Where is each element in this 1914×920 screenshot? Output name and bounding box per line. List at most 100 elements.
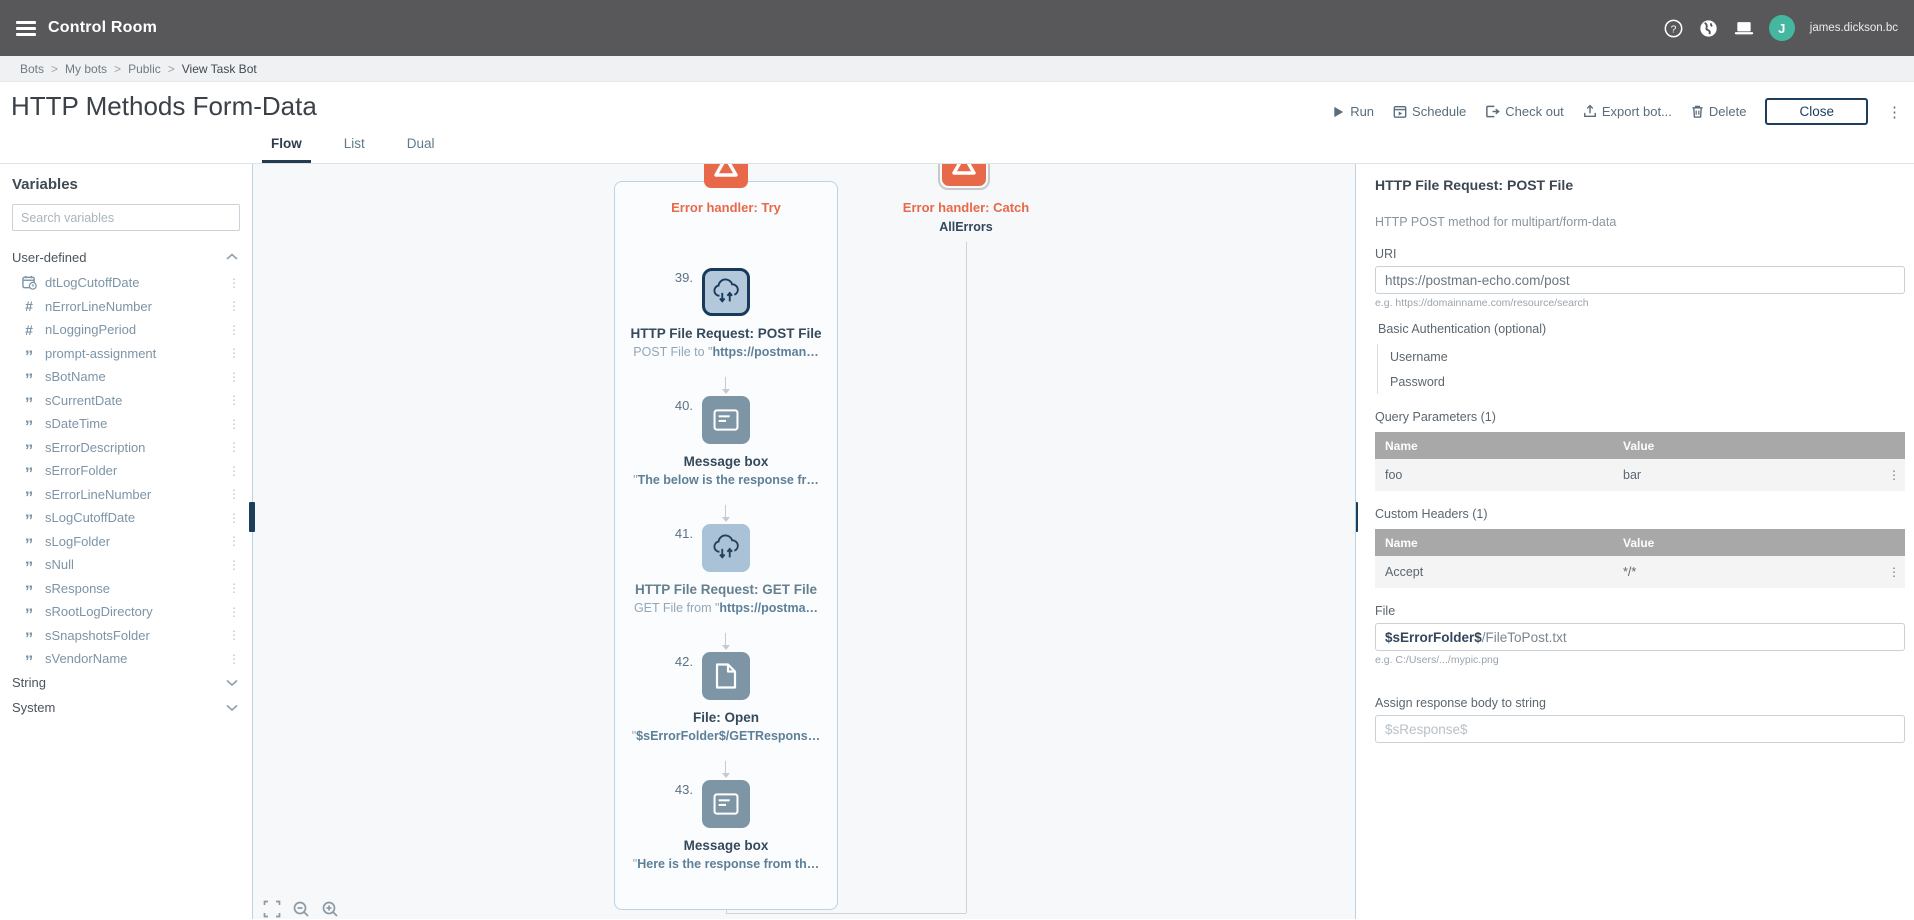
kebab-menu-icon[interactable]: ⋮ (1883, 565, 1905, 579)
kebab-menu-icon[interactable]: ⋮ (228, 628, 240, 642)
kebab-menu-icon[interactable]: ⋮ (228, 299, 240, 313)
section-user-defined[interactable]: User-defined (12, 245, 252, 269)
flow-step-40[interactable]: 40. Message box "The below is the respon… (614, 396, 838, 487)
file-input[interactable]: $sErrorFolder$/FileToPost.txt (1375, 623, 1905, 651)
tab-list[interactable]: List (335, 130, 374, 163)
kebab-menu-icon[interactable]: ⋮ (228, 417, 240, 431)
http-file-request-icon[interactable] (702, 268, 750, 316)
canvas-zoom-controls (263, 900, 339, 918)
error-handler-try-label[interactable]: Error handler: Try (606, 200, 846, 215)
section-system[interactable]: System (12, 696, 252, 720)
tab-dual[interactable]: Dual (398, 130, 444, 163)
kebab-menu-icon[interactable]: ⋮ (228, 605, 240, 619)
search-variables-input[interactable] (12, 204, 240, 231)
zoom-in-icon[interactable] (321, 900, 339, 918)
variable-item[interactable]: ” sDateTime ⋮ (12, 412, 252, 436)
close-button[interactable]: Close (1765, 98, 1868, 125)
action-title: HTTP File Request: POST File (1375, 177, 1574, 193)
step-title: Message box (683, 838, 769, 853)
kebab-menu-icon[interactable]: ⋮ (228, 464, 240, 478)
run-button[interactable]: Run (1332, 104, 1374, 119)
password-row[interactable]: Password (1390, 369, 1904, 394)
username-row[interactable]: Username (1390, 344, 1904, 369)
table-row[interactable]: foo bar ⋮ (1375, 459, 1905, 491)
tab-flow[interactable]: Flow (262, 130, 311, 163)
globe-icon[interactable] (1699, 18, 1719, 38)
step-title: Message box (683, 454, 769, 469)
delete-button[interactable]: Delete (1691, 104, 1746, 119)
avatar[interactable]: J (1768, 15, 1795, 41)
assign-response-input[interactable] (1375, 715, 1905, 743)
kebab-menu-icon[interactable]: ⋮ (228, 652, 240, 666)
help-icon[interactable]: ? (1664, 18, 1684, 38)
kebab-menu-icon[interactable]: ⋮ (228, 393, 240, 407)
flow-step-42[interactable]: 42. File: Open "$sErrorFolder$/GETRespon… (614, 652, 838, 743)
hamburger-menu-icon[interactable] (16, 20, 36, 36)
panel-resize-handle[interactable] (249, 502, 255, 532)
flow-canvas[interactable]: Error handler: Try Error handler: Catch … (253, 164, 1355, 919)
error-handler-catch[interactable] (938, 164, 990, 190)
variables-list: dtLogCutoffDate ⋮ # nErrorLineNumber ⋮ #… (12, 271, 252, 671)
flow-step-43[interactable]: 43. Message box "Here is the response fr… (614, 780, 838, 871)
variable-item[interactable]: dtLogCutoffDate ⋮ (12, 271, 252, 295)
variable-item[interactable]: # nErrorLineNumber ⋮ (12, 295, 252, 319)
kebab-menu-icon[interactable]: ⋮ (228, 511, 240, 525)
kebab-menu-icon[interactable]: ⋮ (228, 440, 240, 454)
file-open-icon[interactable] (702, 652, 750, 700)
message-box-icon[interactable] (702, 780, 750, 828)
variable-item[interactable]: ” sNull ⋮ (12, 553, 252, 577)
more-options-icon[interactable]: ⋮ (1887, 103, 1902, 121)
kebab-menu-icon[interactable]: ⋮ (228, 558, 240, 572)
http-file-request-icon[interactable] (702, 524, 750, 572)
username[interactable]: james.dickson.bc (1810, 22, 1898, 34)
variable-item[interactable]: ” sVendorName ⋮ (12, 647, 252, 671)
kebab-menu-icon[interactable]: ⋮ (228, 276, 240, 290)
error-handler-catch-label[interactable]: Error handler: Catch (846, 200, 1086, 215)
variable-item[interactable]: ” sRootLogDirectory ⋮ (12, 600, 252, 624)
error-handler-catch-icon[interactable] (942, 164, 986, 186)
error-handler-try-icon[interactable] (704, 164, 748, 188)
kebab-menu-icon[interactable]: ⋮ (228, 534, 240, 548)
chevron-down-icon (226, 679, 238, 687)
variable-item[interactable]: ” sErrorLineNumber ⋮ (12, 483, 252, 507)
kebab-menu-icon[interactable]: ⋮ (228, 346, 240, 360)
panel-resize-handle[interactable] (1356, 502, 1358, 532)
string-type-icon: ” (24, 464, 34, 484)
kebab-menu-icon[interactable]: ⋮ (228, 487, 240, 501)
device-icon[interactable] (1734, 18, 1754, 38)
variable-item[interactable]: ” sResponse ⋮ (12, 577, 252, 601)
flow-arrow (721, 761, 730, 778)
zoom-out-icon[interactable] (292, 900, 310, 918)
breadcrumb-item[interactable]: Public (128, 62, 161, 76)
datetime-type-icon (20, 275, 38, 291)
variable-item[interactable]: ” sBotName ⋮ (12, 365, 252, 389)
string-type-icon: ” (24, 628, 34, 648)
variable-item[interactable]: ” sLogFolder ⋮ (12, 530, 252, 554)
breadcrumb-item[interactable]: Bots (20, 62, 44, 76)
table-row[interactable]: Accept */* ⋮ (1375, 556, 1905, 588)
breadcrumb-item[interactable]: My bots (65, 62, 107, 76)
variable-item[interactable]: ” sErrorDescription ⋮ (12, 436, 252, 460)
fit-to-screen-icon[interactable] (263, 900, 281, 918)
variable-item[interactable]: ” sSnapshotsFolder ⋮ (12, 624, 252, 648)
kebab-menu-icon[interactable]: ⋮ (228, 581, 240, 595)
check-out-button[interactable]: Check out (1485, 104, 1564, 119)
check-out-icon (1486, 105, 1501, 118)
section-string[interactable]: String (12, 671, 252, 695)
app-brand: Control Room (48, 19, 158, 36)
variable-item[interactable]: ” sErrorFolder ⋮ (12, 459, 252, 483)
schedule-button[interactable]: Schedule (1393, 104, 1466, 119)
variable-item[interactable]: # nLoggingPeriod ⋮ (12, 318, 252, 342)
flow-step-41[interactable]: 41. HTTP File Request: GET File GET File… (614, 524, 838, 615)
flow-step-39[interactable]: 39. HTTP File Request: POST File POST Fi… (614, 268, 838, 359)
variable-item[interactable]: ” sLogCutoffDate ⋮ (12, 506, 252, 530)
kebab-menu-icon[interactable]: ⋮ (228, 323, 240, 337)
kebab-menu-icon[interactable]: ⋮ (1883, 468, 1905, 482)
export-bot-button[interactable]: Export bot... (1583, 104, 1672, 119)
variable-item[interactable]: ” sCurrentDate ⋮ (12, 389, 252, 413)
variable-item[interactable]: ” prompt-assignment ⋮ (12, 342, 252, 366)
message-box-icon[interactable] (702, 396, 750, 444)
uri-input[interactable] (1375, 266, 1905, 294)
number-type-icon: # (25, 298, 33, 315)
kebab-menu-icon[interactable]: ⋮ (228, 370, 240, 384)
